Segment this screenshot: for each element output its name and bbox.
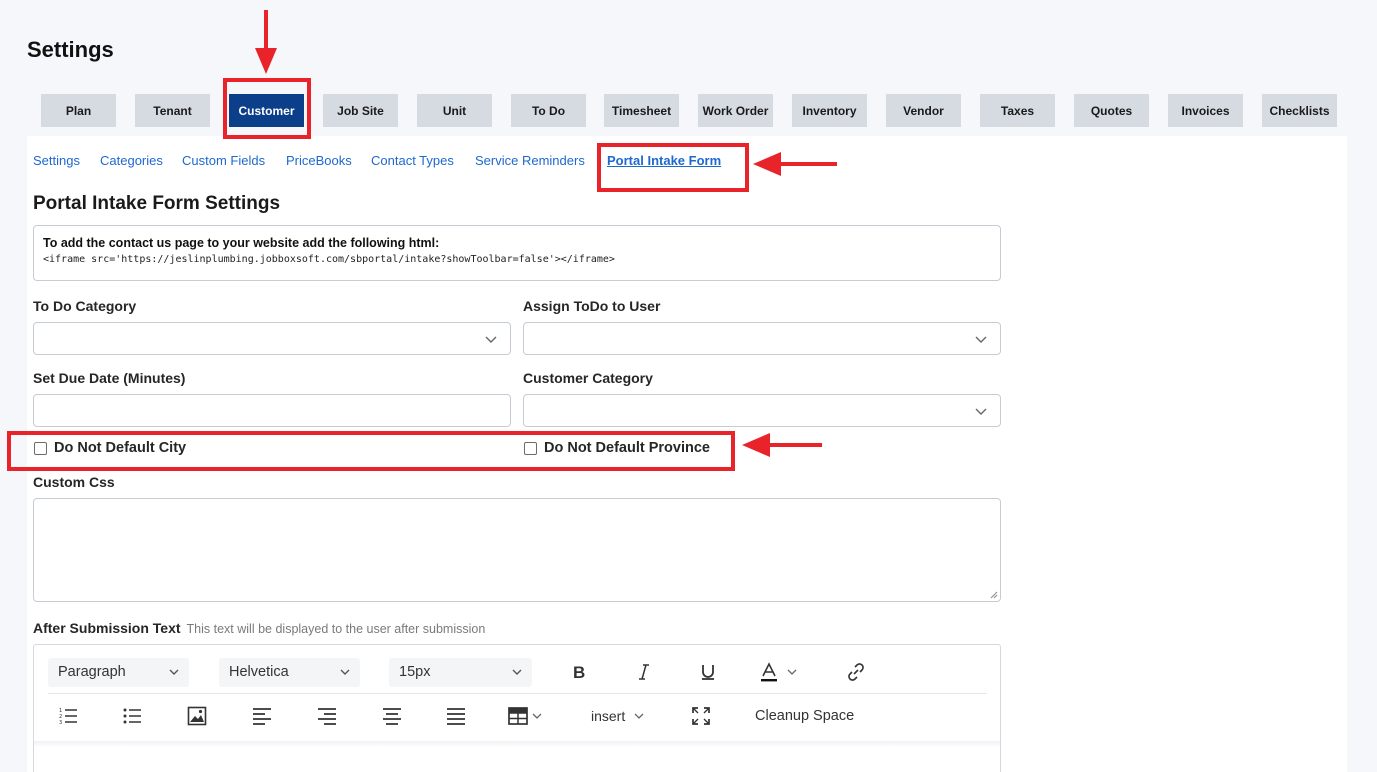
- todo-category-label: To Do Category: [33, 298, 137, 314]
- no-default-province-label: Do Not Default Province: [544, 440, 710, 456]
- align-center-button[interactable]: [379, 703, 405, 729]
- due-date-label: Set Due Date (Minutes): [33, 370, 186, 386]
- after-submission-editor: Paragraph Helvetica 15px B 123 insert Cl…: [33, 644, 1001, 772]
- customer-category-select[interactable]: [523, 394, 1001, 427]
- toolbar-divider: [48, 693, 987, 694]
- arrow-down-icon: [255, 10, 277, 74]
- embed-hint: To add the contact us page to your websi…: [43, 236, 440, 250]
- insert-label: insert: [591, 708, 626, 724]
- tab-tenant[interactable]: Tenant: [135, 94, 210, 127]
- subnav-service-reminders[interactable]: Service Reminders: [475, 153, 585, 168]
- tab-customer[interactable]: Customer: [229, 94, 304, 127]
- bold-icon: B: [573, 663, 585, 681]
- no-default-province-checkbox[interactable]: [524, 441, 537, 455]
- no-default-city-checkbox[interactable]: [34, 441, 47, 455]
- link-button[interactable]: [843, 659, 869, 685]
- after-submission-label-row: After Submission Text This text will be d…: [33, 620, 485, 636]
- font-color-button[interactable]: [758, 659, 808, 685]
- italic-button[interactable]: [631, 659, 657, 685]
- ordered-list-button[interactable]: 123: [55, 703, 81, 729]
- subnav-settings[interactable]: Settings: [33, 153, 80, 168]
- tab-work-order[interactable]: Work Order: [698, 94, 773, 127]
- font-family-select[interactable]: Helvetica: [219, 658, 360, 687]
- chevron-down-icon: [975, 408, 987, 415]
- embed-code: <iframe src='https://jeslinplumbing.jobb…: [43, 254, 615, 265]
- italic-icon: [639, 664, 649, 680]
- align-left-icon: [253, 708, 271, 725]
- image-icon: [187, 706, 207, 726]
- align-justify-button[interactable]: [443, 703, 469, 729]
- chevron-down-icon: [634, 713, 644, 719]
- subnav-contact-types[interactable]: Contact Types: [371, 153, 454, 168]
- tab-to-do[interactable]: To Do: [511, 94, 586, 127]
- tab-plan[interactable]: Plan: [41, 94, 116, 127]
- subnav-pricebooks[interactable]: PriceBooks: [286, 153, 352, 168]
- chevron-down-icon: [532, 713, 542, 719]
- tab-inventory[interactable]: Inventory: [792, 94, 867, 127]
- insert-menu[interactable]: insert: [591, 708, 645, 724]
- font-size-select[interactable]: 15px: [389, 658, 532, 687]
- fullscreen-button[interactable]: [688, 703, 714, 729]
- chevron-down-icon: [787, 669, 797, 675]
- chevron-down-icon: [485, 336, 497, 343]
- image-button[interactable]: [184, 703, 210, 729]
- table-button[interactable]: [508, 703, 552, 729]
- tab-vendor[interactable]: Vendor: [886, 94, 961, 127]
- custom-css-textarea[interactable]: [33, 498, 1001, 602]
- subnav-categories[interactable]: Categories: [100, 153, 163, 168]
- after-submission-note: This text will be displayed to the user …: [186, 622, 486, 636]
- chevron-down-icon: [975, 336, 987, 343]
- bold-button[interactable]: B: [566, 659, 592, 685]
- no-default-city-row: Do Not Default City: [34, 440, 186, 456]
- chevron-down-icon: [512, 669, 522, 675]
- ordered-list-icon: 123: [59, 708, 77, 726]
- align-right-icon: [318, 708, 336, 725]
- tab-job-site[interactable]: Job Site: [323, 94, 398, 127]
- underline-icon: [702, 665, 714, 680]
- subnav-portal-intake-form[interactable]: Portal Intake Form: [607, 153, 721, 168]
- chevron-down-icon: [169, 669, 179, 675]
- page-title: Settings: [27, 37, 114, 62]
- svg-text:3: 3: [59, 720, 62, 726]
- tab-timesheet[interactable]: Timesheet: [604, 94, 679, 127]
- cleanup-space-button[interactable]: Cleanup Space: [755, 708, 854, 724]
- font-family-value: Helvetica: [229, 664, 289, 680]
- custom-css-label: Custom Css: [33, 474, 115, 490]
- tab-quotes[interactable]: Quotes: [1074, 94, 1149, 127]
- after-submission-label: After Submission Text: [33, 620, 181, 636]
- align-center-icon: [383, 708, 401, 725]
- embed-code-box: To add the contact us page to your websi…: [33, 225, 1001, 281]
- resize-grip-icon[interactable]: [990, 591, 998, 599]
- align-justify-icon: [447, 708, 465, 725]
- chevron-down-icon: [340, 669, 350, 675]
- font-size-value: 15px: [399, 664, 431, 680]
- assign-todo-user-label: Assign ToDo to User: [523, 298, 661, 314]
- tab-unit[interactable]: Unit: [417, 94, 492, 127]
- tab-taxes[interactable]: Taxes: [980, 94, 1055, 127]
- customer-category-label: Customer Category: [523, 370, 653, 386]
- underline-button[interactable]: [695, 659, 721, 685]
- editor-content-area[interactable]: [34, 741, 1000, 747]
- subnav-custom-fields[interactable]: Custom Fields: [182, 153, 265, 168]
- fullscreen-icon: [692, 707, 710, 725]
- tab-invoices[interactable]: Invoices: [1168, 94, 1243, 127]
- block-format-select[interactable]: Paragraph: [48, 658, 189, 687]
- align-left-button[interactable]: [249, 703, 275, 729]
- no-default-province-row: Do Not Default Province: [524, 440, 710, 456]
- font-color-icon: [761, 662, 777, 682]
- block-format-value: Paragraph: [58, 664, 126, 680]
- unordered-list-icon: [123, 708, 141, 724]
- due-date-input[interactable]: [33, 394, 511, 427]
- unordered-list-button[interactable]: [119, 703, 145, 729]
- section-title: Portal Intake Form Settings: [33, 193, 281, 214]
- table-icon: [508, 707, 528, 725]
- svg-text:B: B: [573, 663, 585, 681]
- tab-checklists[interactable]: Checklists: [1262, 94, 1337, 127]
- link-icon: [848, 663, 864, 681]
- align-right-button[interactable]: [314, 703, 340, 729]
- todo-category-select[interactable]: [33, 322, 511, 355]
- assign-todo-user-select[interactable]: [523, 322, 1001, 355]
- settings-tabs: Plan Tenant Customer Job Site Unit To Do…: [0, 94, 1377, 127]
- no-default-city-label: Do Not Default City: [54, 440, 187, 456]
